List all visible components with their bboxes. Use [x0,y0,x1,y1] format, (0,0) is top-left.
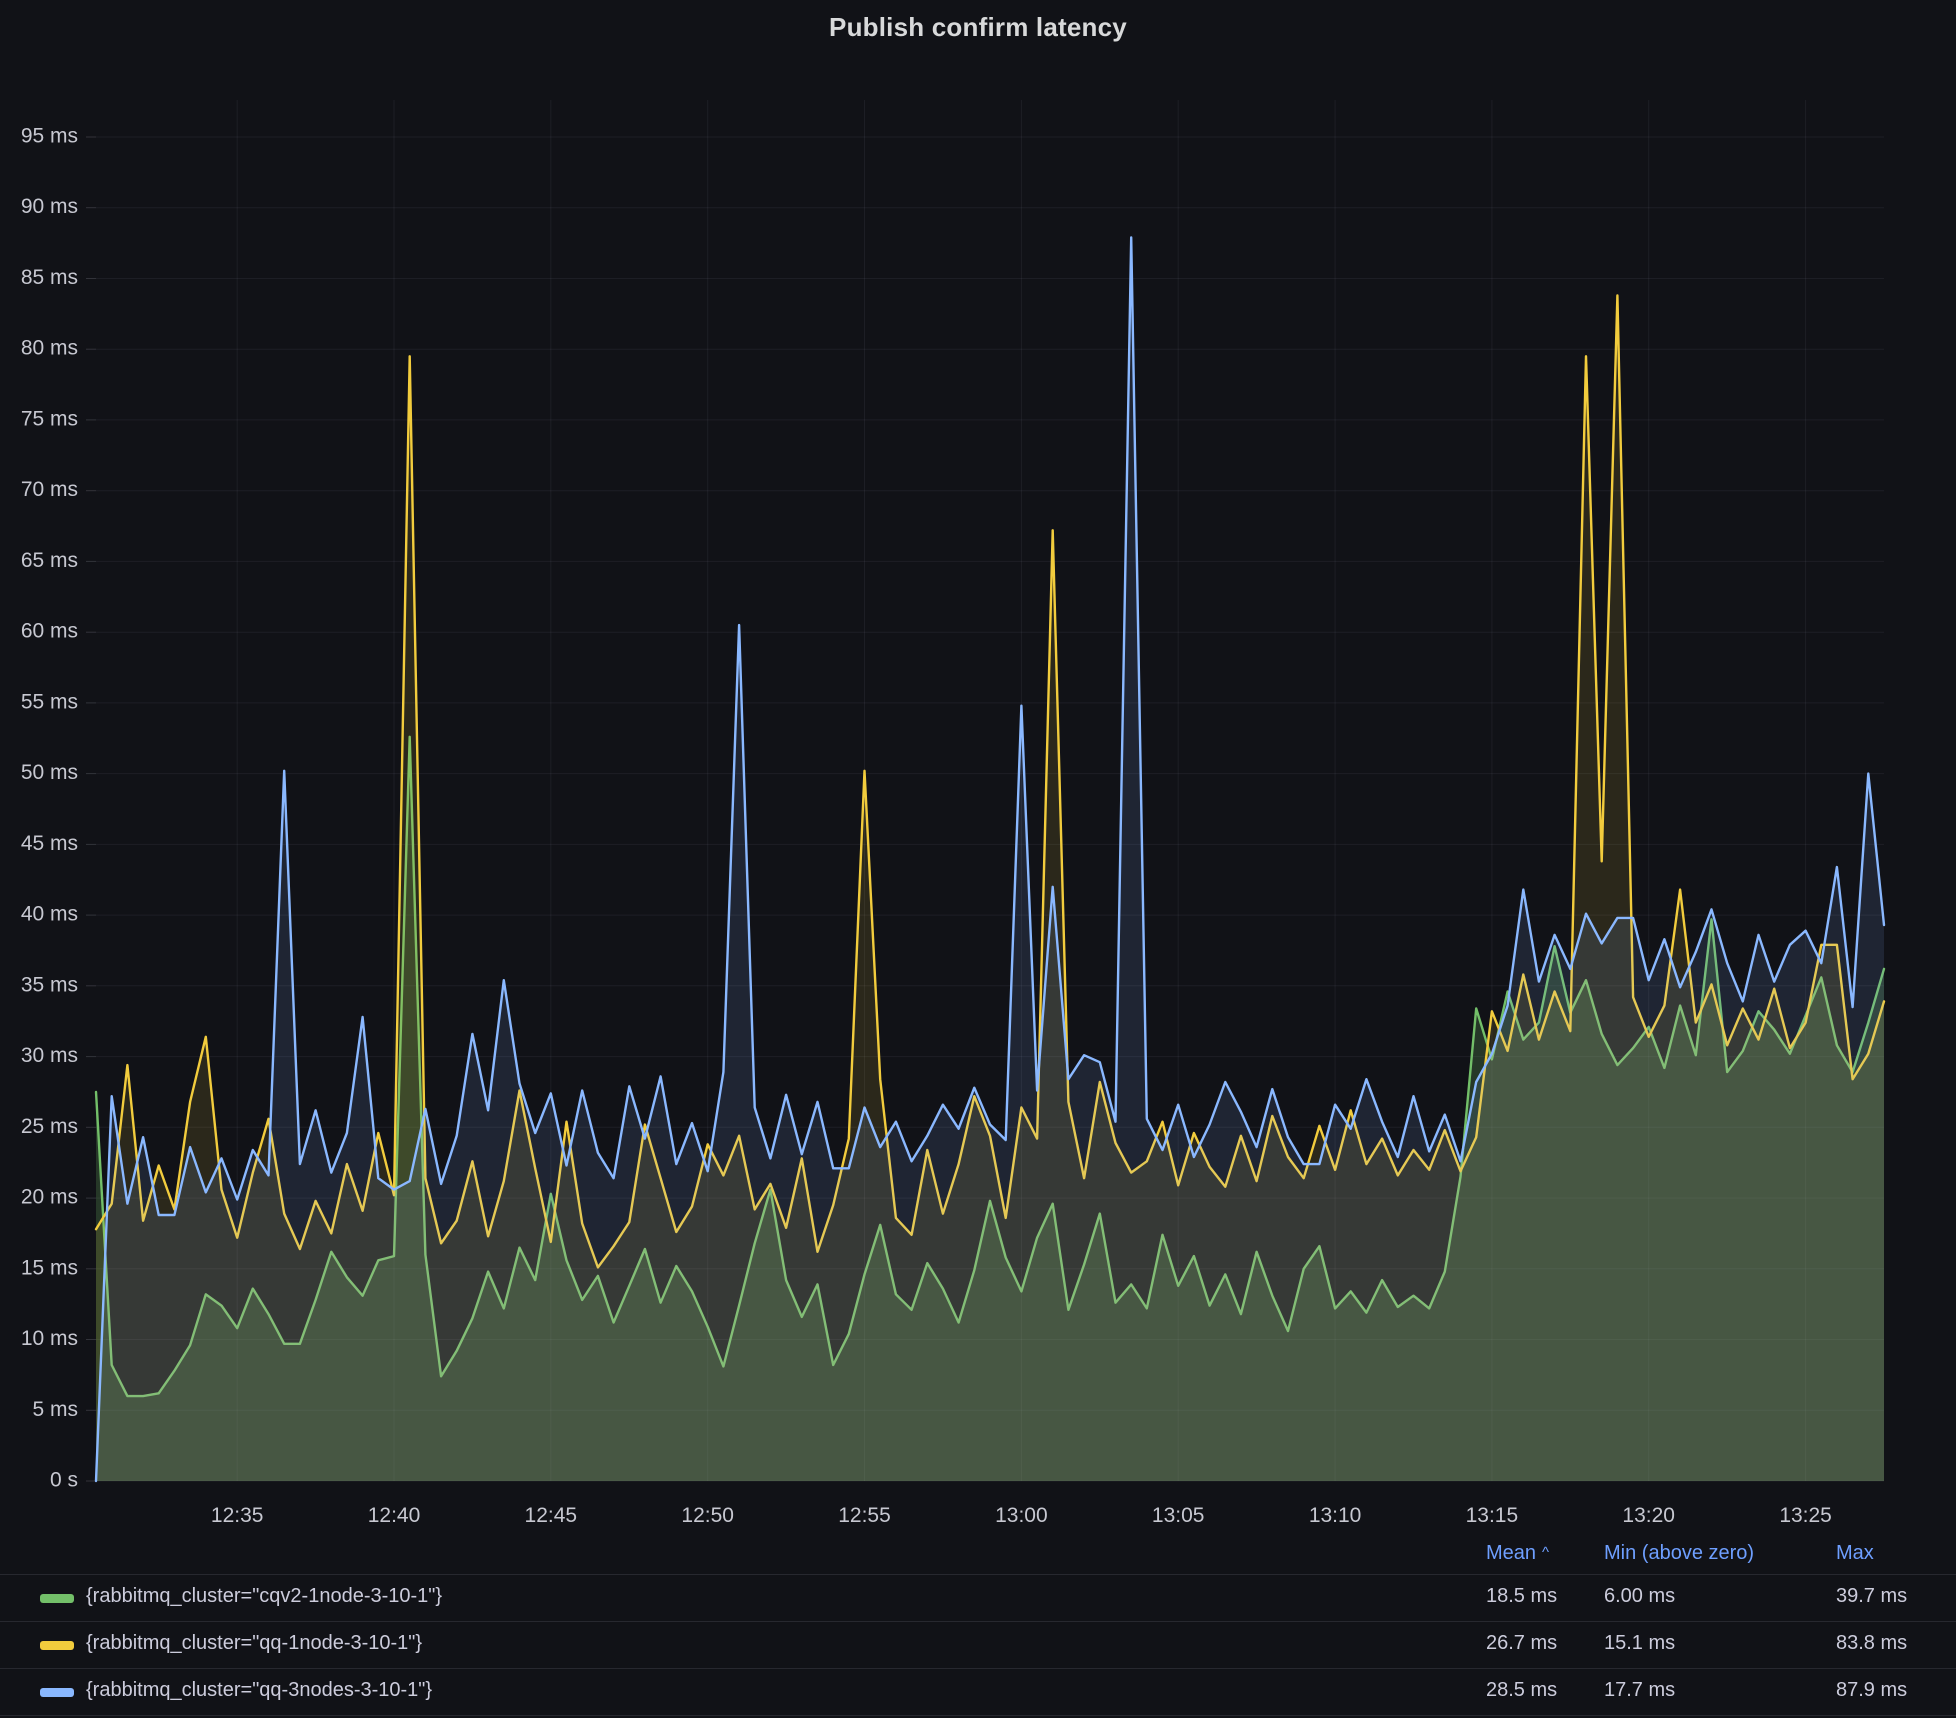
x-tick-label: 12:50 [681,1504,734,1527]
y-tick-label: 85 ms [21,266,78,289]
y-tick-label: 50 ms [21,761,78,784]
x-tick-label: 12:35 [211,1504,264,1527]
series-color-swatch[interactable] [40,1594,74,1603]
legend-sort-min[interactable]: Min (above zero) [1604,1542,1754,1565]
x-tick-label: 12:45 [525,1504,578,1527]
series-label[interactable]: {rabbitmq_cluster="qq-1node-3-10-1"} [86,1632,422,1655]
series-mean-value: 26.7 ms [1486,1632,1557,1655]
series-min-value: 6.00 ms [1604,1585,1675,1608]
x-tick-label: 13:10 [1309,1504,1362,1527]
x-tick-label: 13:00 [995,1504,1048,1527]
y-tick-label: 60 ms [21,620,78,643]
x-tick-label: 12:55 [838,1504,891,1527]
legend-row[interactable]: {rabbitmq_cluster="cqv2-1node-3-10-1"} 1… [0,1574,1956,1621]
x-tick-label: 13:05 [1152,1504,1205,1527]
y-tick-label: 55 ms [21,690,78,713]
grafana-panel: Publish confirm latency 0 s5 ms10 ms15 m… [0,0,1956,1718]
series-mean-value: 18.5 ms [1486,1585,1557,1608]
series-label[interactable]: {rabbitmq_cluster="cqv2-1node-3-10-1"} [86,1585,442,1608]
y-tick-label: 0 s [50,1469,78,1492]
series-label[interactable]: {rabbitmq_cluster="qq-3nodes-3-10-1"} [86,1679,432,1702]
latency-time-series-chart[interactable]: 0 s 5 ms 10 ms 15 ms 20 ms 25 ms 30 ms 35 ms 40 … [0,0,1956,1535]
series-max-value: 87.9 ms [1836,1679,1907,1702]
y-tick-label: 30 ms [21,1044,78,1067]
legend-table: Mean^ Min (above zero) Max {rabbitmq_clu… [0,1538,1956,1716]
legend-row[interactable]: {rabbitmq_cluster="qq-3nodes-3-10-1"} 28… [0,1668,1956,1715]
series-min-value: 15.1 ms [1604,1632,1675,1655]
y-tick-label: 5 ms [32,1398,78,1421]
legend-row[interactable]: {rabbitmq_cluster="qq-1node-3-10-1"} 26.… [0,1621,1956,1668]
y-tick-label: 40 ms [21,903,78,926]
x-tick-label: 13:25 [1779,1504,1832,1527]
legend-header: Mean^ Min (above zero) Max [0,1538,1956,1574]
y-tick-label: 45 ms [21,832,78,855]
y-tick-label: 75 ms [21,407,78,430]
series-min-value: 17.7 ms [1604,1679,1675,1702]
y-tick-label: 15 ms [21,1256,78,1279]
y-tick-label: 65 ms [21,549,78,572]
legend-bottom-separator [0,1715,1956,1716]
series-max-value: 39.7 ms [1836,1585,1907,1608]
series-color-swatch[interactable] [40,1641,74,1650]
y-tick-label: 95 ms [21,125,78,148]
y-tick-label: 20 ms [21,1186,78,1209]
x-tick-label: 13:20 [1622,1504,1675,1527]
sort-caret-icon: ^ [1542,1544,1549,1561]
legend-sort-mean[interactable]: Mean^ [1486,1542,1549,1565]
y-tick-label: 35 ms [21,973,78,996]
x-tick-label: 13:15 [1466,1504,1519,1527]
y-tick-label: 25 ms [21,1115,78,1138]
series-color-swatch[interactable] [40,1688,74,1697]
series-mean-value: 28.5 ms [1486,1679,1557,1702]
y-tick-label: 70 ms [21,478,78,501]
x-tick-label: 12:40 [368,1504,421,1527]
legend-sort-max[interactable]: Max [1836,1542,1874,1565]
y-tick-label: 90 ms [21,195,78,218]
y-tick-label: 80 ms [21,337,78,360]
series-max-value: 83.8 ms [1836,1632,1907,1655]
y-tick-label: 10 ms [21,1327,78,1350]
